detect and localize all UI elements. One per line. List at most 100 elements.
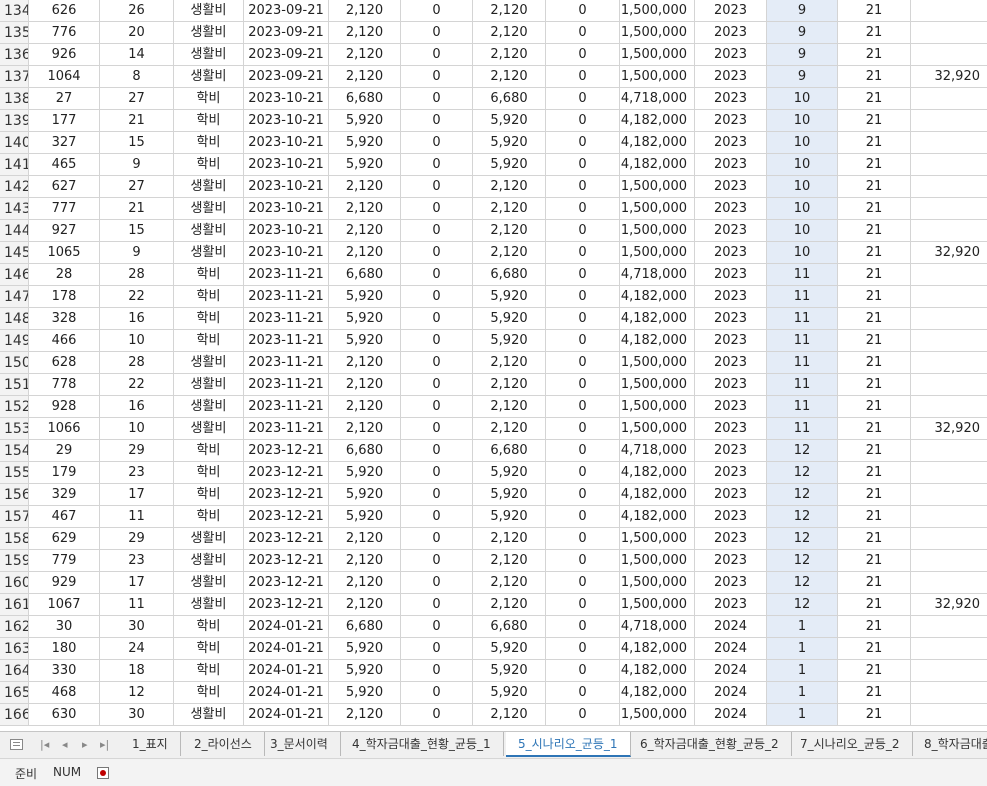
total-cell[interactable]: 32,920 — [911, 66, 987, 88]
date-cell[interactable]: 2023-12-21 — [244, 462, 329, 484]
loan-amount-cell[interactable]: 4,182,000 — [620, 660, 695, 682]
year-cell[interactable]: 2023 — [695, 110, 767, 132]
interest-cell[interactable]: 0 — [401, 506, 473, 528]
day-cell[interactable]: 21 — [838, 396, 911, 418]
interest-cell[interactable]: 0 — [401, 418, 473, 440]
balance-cell[interactable]: 0 — [546, 198, 620, 220]
date-cell[interactable]: 2023-10-21 — [244, 154, 329, 176]
year-cell[interactable]: 2023 — [695, 506, 767, 528]
category-cell[interactable]: 학비 — [174, 88, 244, 110]
total-cell[interactable] — [911, 286, 987, 308]
payment-cell[interactable]: 5,920 — [329, 110, 401, 132]
year-cell[interactable]: 2024 — [695, 660, 767, 682]
term-cell[interactable]: 21 — [100, 110, 174, 132]
principal-cell[interactable]: 2,120 — [473, 198, 546, 220]
principal-cell[interactable]: 2,120 — [473, 594, 546, 616]
interest-cell[interactable]: 0 — [401, 88, 473, 110]
balance-cell[interactable]: 0 — [546, 440, 620, 462]
balance-cell[interactable]: 0 — [546, 462, 620, 484]
category-cell[interactable]: 생활비 — [174, 44, 244, 66]
year-cell[interactable]: 2023 — [695, 330, 767, 352]
total-cell[interactable] — [911, 704, 987, 726]
id-cell[interactable]: 328 — [29, 308, 100, 330]
date-cell[interactable]: 2024-01-21 — [244, 660, 329, 682]
id-cell[interactable]: 327 — [29, 132, 100, 154]
payment-cell[interactable]: 2,120 — [329, 176, 401, 198]
category-cell[interactable]: 생활비 — [174, 66, 244, 88]
year-cell[interactable]: 2023 — [695, 396, 767, 418]
row-header[interactable]: 161 — [0, 594, 29, 616]
payment-cell[interactable]: 6,680 — [329, 616, 401, 638]
year-cell[interactable]: 2023 — [695, 352, 767, 374]
day-cell[interactable]: 21 — [838, 638, 911, 660]
term-cell[interactable]: 23 — [100, 462, 174, 484]
category-cell[interactable]: 학비 — [174, 132, 244, 154]
principal-cell[interactable]: 2,120 — [473, 242, 546, 264]
payment-cell[interactable]: 2,120 — [329, 0, 401, 22]
interest-cell[interactable]: 0 — [401, 572, 473, 594]
loan-amount-cell[interactable]: 1,500,000 — [620, 374, 695, 396]
term-cell[interactable]: 22 — [100, 374, 174, 396]
payment-cell[interactable]: 5,920 — [329, 462, 401, 484]
id-cell[interactable]: 27 — [29, 88, 100, 110]
loan-amount-cell[interactable]: 4,182,000 — [620, 506, 695, 528]
payment-cell[interactable]: 2,120 — [329, 418, 401, 440]
term-cell[interactable]: 27 — [100, 88, 174, 110]
day-cell[interactable]: 21 — [838, 198, 911, 220]
term-cell[interactable]: 26 — [100, 0, 174, 22]
principal-cell[interactable]: 2,120 — [473, 572, 546, 594]
row-header[interactable]: 143 — [0, 198, 29, 220]
date-cell[interactable]: 2023-11-21 — [244, 264, 329, 286]
month-cell[interactable]: 10 — [767, 176, 838, 198]
total-cell[interactable] — [911, 616, 987, 638]
balance-cell[interactable]: 0 — [546, 286, 620, 308]
id-cell[interactable]: 630 — [29, 704, 100, 726]
principal-cell[interactable]: 2,120 — [473, 704, 546, 726]
id-cell[interactable]: 1066 — [29, 418, 100, 440]
loan-amount-cell[interactable]: 1,500,000 — [620, 594, 695, 616]
total-cell[interactable] — [911, 176, 987, 198]
row-header[interactable]: 138 — [0, 88, 29, 110]
category-cell[interactable]: 생활비 — [174, 594, 244, 616]
balance-cell[interactable]: 0 — [546, 682, 620, 704]
total-cell[interactable]: 32,920 — [911, 242, 987, 264]
total-cell[interactable]: 32,920 — [911, 418, 987, 440]
year-cell[interactable]: 2024 — [695, 616, 767, 638]
interest-cell[interactable]: 0 — [401, 330, 473, 352]
payment-cell[interactable]: 5,920 — [329, 286, 401, 308]
principal-cell[interactable]: 5,920 — [473, 462, 546, 484]
interest-cell[interactable]: 0 — [401, 286, 473, 308]
row-header[interactable]: 152 — [0, 396, 29, 418]
day-cell[interactable]: 21 — [838, 418, 911, 440]
total-cell[interactable] — [911, 22, 987, 44]
loan-amount-cell[interactable]: 1,500,000 — [620, 198, 695, 220]
tab-sheet[interactable]: 2_라이선스 — [182, 732, 265, 756]
tab-sheet[interactable]: 4_학자금대출_현황_균등_1 — [340, 732, 504, 756]
row-header[interactable]: 137 — [0, 66, 29, 88]
category-cell[interactable]: 생활비 — [174, 418, 244, 440]
interest-cell[interactable]: 0 — [401, 44, 473, 66]
row-header[interactable]: 135 — [0, 22, 29, 44]
interest-cell[interactable]: 0 — [401, 198, 473, 220]
total-cell[interactable] — [911, 550, 987, 572]
month-cell[interactable]: 12 — [767, 528, 838, 550]
total-cell[interactable] — [911, 528, 987, 550]
day-cell[interactable]: 21 — [838, 484, 911, 506]
loan-amount-cell[interactable]: 1,500,000 — [620, 572, 695, 594]
balance-cell[interactable]: 0 — [546, 572, 620, 594]
principal-cell[interactable]: 2,120 — [473, 418, 546, 440]
id-cell[interactable]: 776 — [29, 22, 100, 44]
term-cell[interactable]: 15 — [100, 132, 174, 154]
row-header[interactable]: 162 — [0, 616, 29, 638]
tab-sheet[interactable]: 6_학자금대출_현황_균등_2 — [628, 732, 792, 756]
date-cell[interactable]: 2023-11-21 — [244, 330, 329, 352]
balance-cell[interactable]: 0 — [546, 44, 620, 66]
total-cell[interactable] — [911, 220, 987, 242]
row-header[interactable]: 154 — [0, 440, 29, 462]
payment-cell[interactable]: 5,920 — [329, 330, 401, 352]
loan-amount-cell[interactable]: 4,182,000 — [620, 484, 695, 506]
principal-cell[interactable]: 5,920 — [473, 506, 546, 528]
day-cell[interactable]: 21 — [838, 44, 911, 66]
month-cell[interactable]: 11 — [767, 308, 838, 330]
loan-amount-cell[interactable]: 4,182,000 — [620, 154, 695, 176]
